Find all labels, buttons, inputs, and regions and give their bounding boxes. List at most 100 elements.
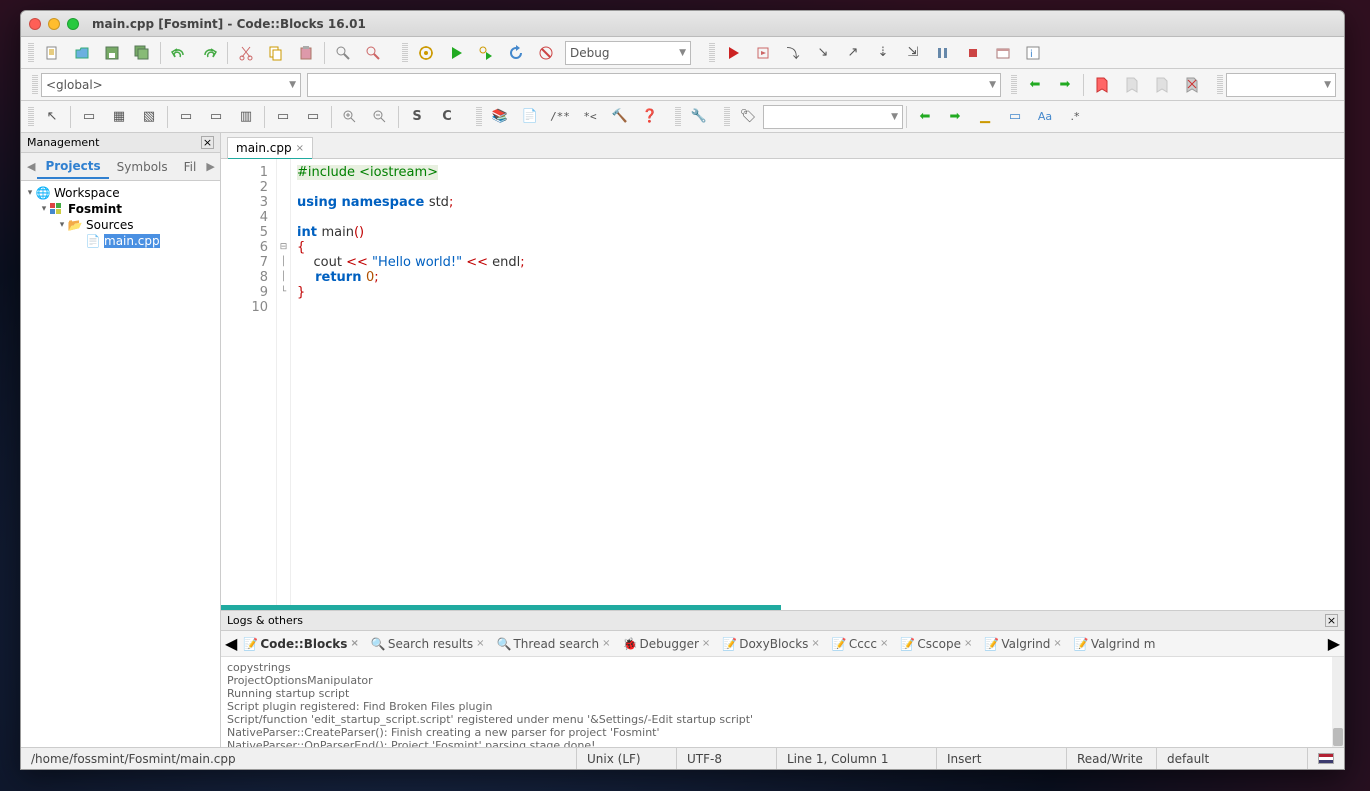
close-tab-button[interactable]: × (296, 143, 304, 154)
next-line-button[interactable]: ⤵ (781, 41, 805, 65)
new-file-button[interactable] (40, 41, 64, 65)
doxy-1-button[interactable]: 📚 (488, 105, 512, 129)
bookmark-clear-button[interactable] (1180, 73, 1204, 97)
tree-folder-sources[interactable]: ▾📂Sources (21, 217, 220, 233)
fold-gutter[interactable]: ⊟││└ (277, 159, 291, 610)
jump-forward-button[interactable]: ➡ (1053, 73, 1077, 97)
tab-scroll-right[interactable]: ▶ (204, 160, 216, 173)
close-button[interactable] (29, 18, 41, 30)
toggle-3-button[interactable]: ▧ (137, 105, 161, 129)
run-button[interactable] (444, 41, 468, 65)
code-area[interactable]: #include <iostream> using namespace std;… (291, 159, 1344, 610)
toggle-8-button[interactable]: ▭ (301, 105, 325, 129)
comment-block-button[interactable]: /** (548, 105, 572, 129)
find-button[interactable] (331, 41, 355, 65)
toggle-7-button[interactable]: ▭ (271, 105, 295, 129)
tab-valgrind-m[interactable]: 📝Valgrind m (1068, 634, 1162, 654)
close-panel-button[interactable]: × (201, 136, 214, 149)
step-out-button[interactable]: ↗ (841, 41, 865, 65)
redo-button[interactable] (197, 41, 221, 65)
build-button[interactable] (414, 41, 438, 65)
titlebar[interactable]: main.cpp [Fosmint] - Code::Blocks 16.01 (21, 11, 1344, 37)
step-instruction-button[interactable]: ⇣ (871, 41, 895, 65)
bookmark-toggle-button[interactable] (1090, 73, 1114, 97)
bookmark-next-button[interactable] (1150, 73, 1174, 97)
inc-next-button[interactable]: ➡ (943, 105, 967, 129)
code-editor[interactable]: 12345678910 ⊟││└ #include <iostream> usi… (221, 159, 1344, 610)
zoom-out-button[interactable] (368, 105, 392, 129)
build-run-button[interactable] (474, 41, 498, 65)
doxy-help-button[interactable]: ❓ (638, 105, 662, 129)
open-file-button[interactable] (70, 41, 94, 65)
tree-workspace[interactable]: ▾🌐Workspace (21, 185, 220, 201)
bookmark-combo[interactable]: ▼ (1226, 73, 1336, 97)
tree-project[interactable]: ▾Fosmint (21, 201, 220, 217)
info-button[interactable]: i (1021, 41, 1045, 65)
editor-tab-main[interactable]: main.cpp × (227, 137, 313, 158)
inc-selected-button[interactable]: ▭ (1003, 105, 1027, 129)
rebuild-button[interactable] (504, 41, 528, 65)
abort-button[interactable] (534, 41, 558, 65)
debug-windows-button[interactable] (991, 41, 1015, 65)
toggle-4-button[interactable]: ▭ (174, 105, 198, 129)
match-case-button[interactable]: Aa (1033, 105, 1057, 129)
tab-debugger[interactable]: 🐞Debugger× (617, 634, 717, 654)
symbol-combo[interactable]: ▼ (307, 73, 1001, 97)
source-button[interactable]: S (405, 105, 429, 129)
logs-scroll-left[interactable]: ◀ (225, 634, 237, 653)
tab-cscope[interactable]: 📝Cscope× (894, 634, 978, 654)
inc-highlight-button[interactable]: ▁ (973, 105, 997, 129)
step-into-instruction-button[interactable]: ⇲ (901, 41, 925, 65)
horizontal-scrollbar[interactable] (221, 605, 781, 610)
doxy-run-button[interactable]: 🔨 (608, 105, 632, 129)
toggle-5-button[interactable]: ▭ (204, 105, 228, 129)
log-output[interactable]: copystringsProjectOptionsManipulatorRunn… (221, 657, 1344, 747)
run-to-cursor-button[interactable] (751, 41, 775, 65)
stop-debug-button[interactable] (961, 41, 985, 65)
close-logs-button[interactable]: × (1325, 614, 1338, 627)
doxy-2-button[interactable]: 📄 (518, 105, 542, 129)
tab-thread-search[interactable]: 🔍Thread search× (490, 634, 616, 654)
tab-codeblocks[interactable]: 📝Code::Blocks× (237, 634, 365, 654)
tab-files[interactable]: Fil (176, 156, 205, 178)
header-button[interactable]: C (435, 105, 459, 129)
tab-valgrind[interactable]: 📝Valgrind× (978, 634, 1067, 654)
build-target-combo[interactable]: Debug▼ (565, 41, 691, 65)
settings-icon[interactable]: 🔧 (687, 105, 711, 129)
inc-search-input[interactable]: ▼ (763, 105, 903, 129)
toggle-2-button[interactable]: ▦ (107, 105, 131, 129)
maximize-button[interactable] (67, 18, 79, 30)
cut-button[interactable] (234, 41, 258, 65)
jump-back-button[interactable]: ⬅ (1023, 73, 1047, 97)
tab-projects[interactable]: Projects (37, 155, 108, 179)
project-tree[interactable]: ▾🌐Workspace ▾Fosmint ▾📂Sources 📄main.cpp (21, 181, 220, 747)
regex-button[interactable]: .* (1063, 105, 1087, 129)
zoom-in-button[interactable] (338, 105, 362, 129)
save-all-button[interactable] (130, 41, 154, 65)
inc-label-icon[interactable]: 🏷 (736, 105, 760, 129)
paste-button[interactable] (294, 41, 318, 65)
step-into-button[interactable]: ↘ (811, 41, 835, 65)
logs-scroll-right[interactable]: ▶ (1328, 634, 1340, 653)
tab-search-results[interactable]: 🔍Search results× (365, 634, 491, 654)
status-lang-icon[interactable] (1308, 748, 1344, 769)
toggle-6-button[interactable]: ▥ (234, 105, 258, 129)
break-button[interactable] (931, 41, 955, 65)
toggle-1-button[interactable]: ▭ (77, 105, 101, 129)
replace-button[interactable] (361, 41, 385, 65)
save-button[interactable] (100, 41, 124, 65)
debug-run-button[interactable] (721, 41, 745, 65)
tab-doxyblocks[interactable]: 📝DoxyBlocks× (716, 634, 826, 654)
comment-line-button[interactable]: *< (578, 105, 602, 129)
tab-scroll-left[interactable]: ◀ (25, 160, 37, 173)
tree-file-main[interactable]: 📄main.cpp (21, 233, 220, 249)
select-tool-button[interactable]: ↖ (40, 105, 64, 129)
tab-symbols[interactable]: Symbols (109, 156, 176, 178)
scope-combo[interactable]: <global>▼ (41, 73, 301, 97)
tab-cccc[interactable]: 📝Cccc× (826, 634, 895, 654)
minimize-button[interactable] (48, 18, 60, 30)
copy-button[interactable] (264, 41, 288, 65)
log-scrollbar[interactable] (1332, 657, 1344, 747)
inc-prev-button[interactable]: ⬅ (913, 105, 937, 129)
bookmark-prev-button[interactable] (1120, 73, 1144, 97)
